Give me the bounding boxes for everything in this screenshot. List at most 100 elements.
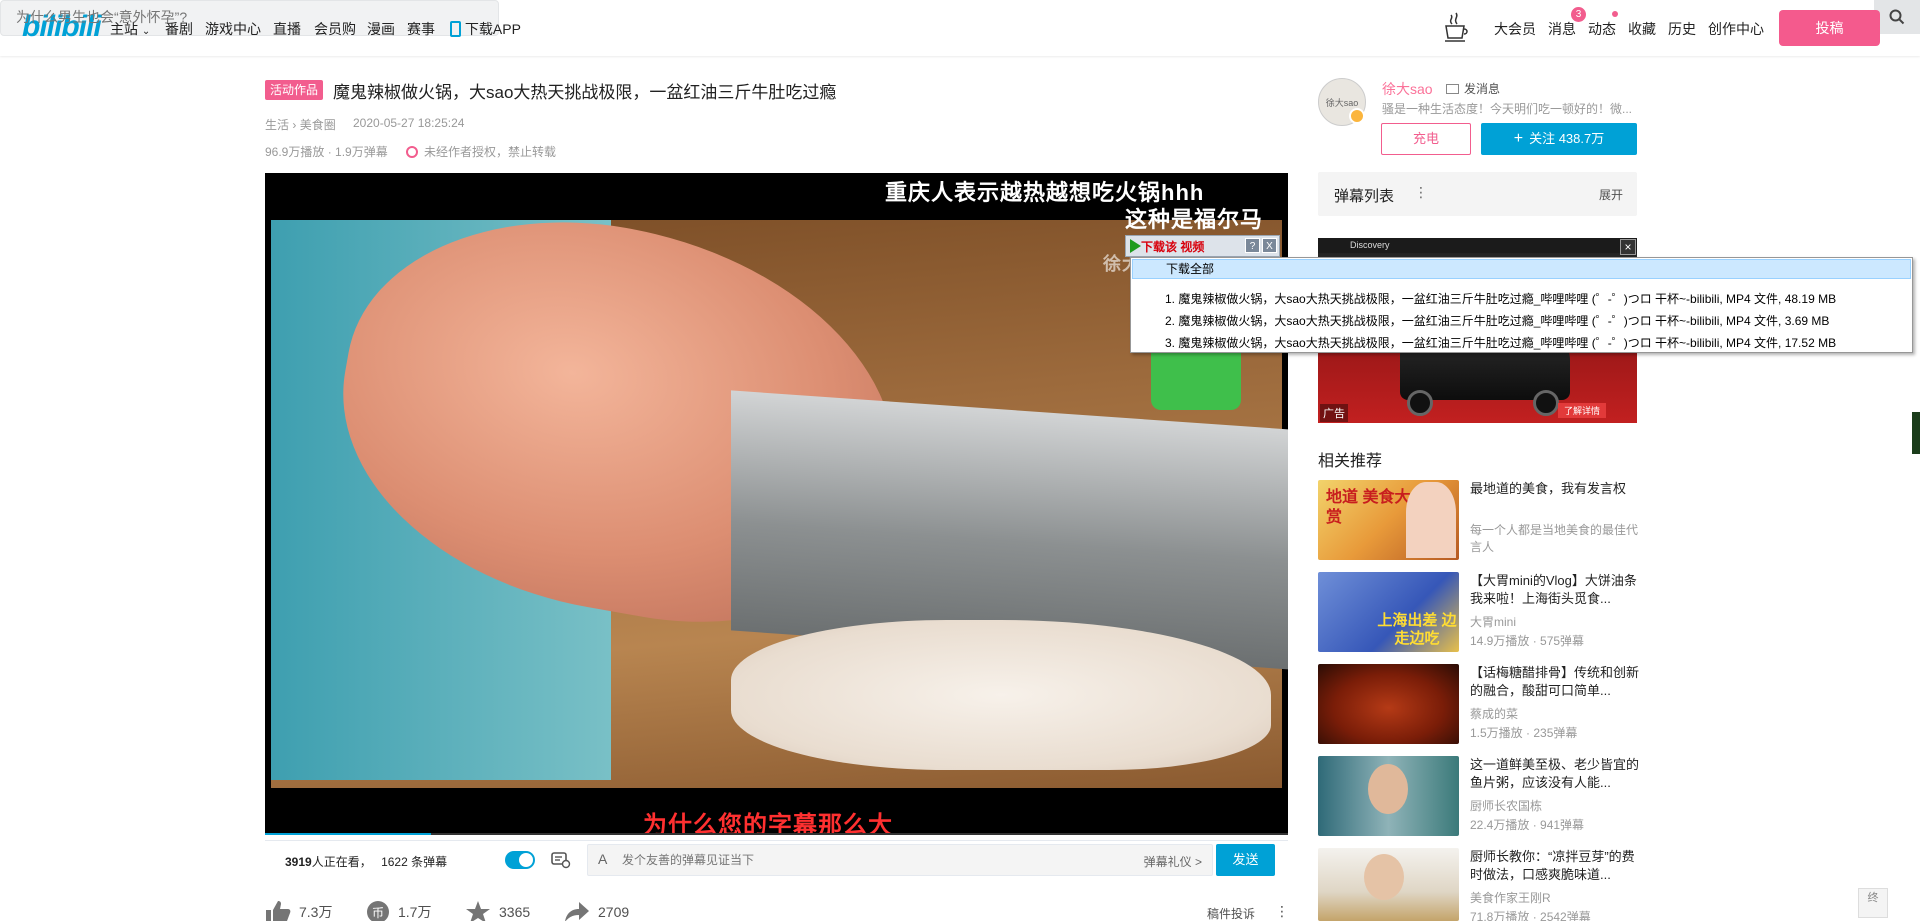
download-item[interactable]: 3. 魔鬼辣椒做火锅，大sao大热天挑战极限，一盆红油三斤牛肚吃过瘾_哔哩哔哩 … xyxy=(1165,334,1836,351)
ad-learn-more-button[interactable]: 了解详情 xyxy=(1558,403,1607,418)
text-format-icon[interactable]: A xyxy=(598,851,607,867)
like-count: 7.3万 xyxy=(299,904,333,920)
recommend-item-stats: 1.5万播放 · 235弹幕 xyxy=(1470,726,1578,740)
video-title: 魔鬼辣椒做火锅，大sao大热天挑战极限，一盆红油三斤牛肚吃过瘾 xyxy=(333,83,837,102)
ad-close-icon[interactable]: × xyxy=(1620,239,1636,255)
danmaku-comment: 为什么您的字幕那么大 xyxy=(643,812,893,835)
viewer-text: 人正在看， xyxy=(311,855,372,869)
recommend-item-uploader[interactable]: 大胃mini xyxy=(1470,614,1640,631)
thumb-person xyxy=(1364,854,1404,900)
search-input[interactable] xyxy=(0,0,452,34)
search-box xyxy=(0,0,1920,36)
coin-icon: 币 xyxy=(367,901,389,921)
avatar-text: 徐大sao xyxy=(1325,97,1359,108)
danmaku-list-title: 弹幕列表 xyxy=(1334,188,1395,205)
download-app-label: 下载APP xyxy=(464,21,521,37)
ad-label: 广告 xyxy=(1320,404,1348,422)
coin-button[interactable]: 币 1.7万 xyxy=(366,900,431,921)
breadcrumb-category[interactable]: 生活 xyxy=(265,118,289,132)
recommend-item-stats: 71.8万播放 · 2542弹幕 xyxy=(1470,910,1591,921)
side-scroll-indicator[interactable] xyxy=(1912,412,1920,454)
user-avatar-java-icon[interactable] xyxy=(1443,11,1469,45)
recommend-item-uploader[interactable]: 厨师长农国栋 xyxy=(1470,798,1640,815)
nav-history[interactable]: 历史 xyxy=(1668,19,1696,39)
follow-button[interactable]: + 关注 438.7万 xyxy=(1481,123,1637,155)
favorite-button[interactable]: 3365 xyxy=(465,900,530,921)
progress-bar[interactable] xyxy=(265,833,1288,835)
share-count: 2709 xyxy=(598,904,630,920)
viewer-count: 3919 xyxy=(285,855,312,869)
search-button[interactable] xyxy=(1874,0,1920,34)
danmaku-toggle[interactable] xyxy=(505,851,535,869)
nav-vip[interactable]: 大会员 xyxy=(1494,19,1536,39)
breadcrumb-subcategory[interactable]: 美食圈 xyxy=(300,118,336,132)
recommend-item-uploader[interactable]: 蔡成的菜 xyxy=(1470,706,1640,723)
download-all-item[interactable]: 下载全部 xyxy=(1132,259,1911,279)
recommend-item-title[interactable]: 厨师长教你：“凉拌豆芽”的费时做法，口感爽脆味道... xyxy=(1470,848,1640,884)
ad-brand-strip: Discovery xyxy=(1318,238,1637,253)
uploader-description: 骚是一种生活态度！今天明们吃一顿好的！微... xyxy=(1382,102,1633,116)
ad-wheel xyxy=(1407,390,1433,416)
nav-favorites[interactable]: 收藏 xyxy=(1628,19,1656,39)
danmaku-list-header[interactable]: 弹幕列表 ⋮ 展开 xyxy=(1318,172,1637,216)
mail-icon xyxy=(1446,84,1459,94)
svg-text:币: 币 xyxy=(372,906,384,920)
recommend-item-title[interactable]: 【话梅糖醋排骨】传统和创新的融合，酸甜可口简单... xyxy=(1470,664,1640,700)
more-vertical-icon[interactable]: ⋮ xyxy=(1275,903,1289,920)
recommend-item-title[interactable]: 这一道鲜美至极、老少皆宜的鱼片粥，应该没有人能... xyxy=(1470,756,1640,792)
danmaku-settings-icon[interactable] xyxy=(551,851,571,869)
send-danmaku-button[interactable]: 发送 xyxy=(1216,844,1275,876)
recommend-title: 相关推荐 xyxy=(1318,453,1383,470)
download-video-label[interactable]: 下载该 视频 xyxy=(1141,238,1204,255)
recommend-item-stats: 14.9万播放 · 575弹幕 xyxy=(1470,634,1585,648)
ad-wheel xyxy=(1533,390,1559,416)
chevron-right-icon: › xyxy=(292,118,300,132)
recommend-item-title[interactable]: 最地道的美食，我有发言权 xyxy=(1470,480,1640,498)
thumb-person xyxy=(1368,764,1408,814)
thumb-text: 地道 美食大赏 xyxy=(1326,489,1411,526)
recommend-thumb[interactable] xyxy=(1318,664,1459,744)
coin-count: 1.7万 xyxy=(398,904,432,920)
play-icon xyxy=(1130,239,1141,253)
viewer-info: 3919人正在看， 1622 条弹幕 xyxy=(285,853,447,870)
charge-button[interactable]: 充电 xyxy=(1381,123,1471,155)
progress-fill xyxy=(265,833,431,835)
send-message-link[interactable]: 发消息 xyxy=(1446,80,1500,97)
danmaku-etiquette-link[interactable]: 弹幕礼仪 > xyxy=(1144,853,1202,870)
activity-tag[interactable]: 活动作品 xyxy=(265,80,324,100)
download-item[interactable]: 1. 魔鬼辣椒做火锅，大sao大热天挑战极限，一盆红油三斤牛肚吃过瘾_哔哩哔哩 … xyxy=(1165,290,1836,307)
danmaku-input[interactable] xyxy=(622,845,1162,875)
search-icon xyxy=(1889,9,1905,25)
recommend-item-uploader[interactable]: 美食作家王刚R xyxy=(1470,890,1640,907)
nav-download-app[interactable]: 下载APP xyxy=(450,19,521,39)
video-stats: 96.9万播放 · 1.9万弹幕 xyxy=(265,145,388,159)
back-to-top-button[interactable]: 终 xyxy=(1858,888,1888,918)
recommend-item-title[interactable]: 【大胃mini的Vlog】大饼油条我来啦！上海街头觅食... xyxy=(1470,572,1640,608)
publish-date: 2020-05-27 18:25:24 xyxy=(353,116,465,130)
uploader-name[interactable]: 徐大sao xyxy=(1382,79,1433,99)
thumbs-up-icon xyxy=(266,901,291,921)
like-button[interactable]: 7.3万 xyxy=(265,900,332,921)
thumb-person xyxy=(1406,482,1456,558)
frame-tripe xyxy=(731,620,1271,770)
download-item[interactable]: 2. 魔鬼辣椒做火锅，大sao大热天挑战极限，一盆红油三斤牛肚吃过瘾_哔哩哔哩 … xyxy=(1165,312,1829,329)
report-link[interactable]: 稿件投诉 xyxy=(1207,905,1255,921)
nav-creator-center[interactable]: 创作中心 xyxy=(1708,19,1764,39)
copyright-text: 未经作者授权，禁止转载 xyxy=(424,145,557,159)
dynamic-dot-badge xyxy=(1612,11,1618,17)
nav-dynamic[interactable]: 动态 xyxy=(1588,19,1616,39)
recommend-thumb[interactable] xyxy=(1318,848,1459,921)
close-icon[interactable]: X xyxy=(1262,238,1277,253)
recommend-thumb[interactable] xyxy=(1318,756,1459,836)
breadcrumb: 生活 › 美食圈 xyxy=(265,116,336,133)
more-vertical-icon[interactable]: ⋮ xyxy=(1414,184,1428,201)
verified-badge-icon xyxy=(1349,108,1365,124)
help-icon[interactable]: ? xyxy=(1245,238,1260,253)
nav-messages[interactable]: 消息 xyxy=(1548,19,1576,39)
send-message-label: 发消息 xyxy=(1464,82,1501,96)
share-button[interactable]: 2709 xyxy=(564,900,629,921)
recommend-thumb[interactable]: 地道 美食大赏 xyxy=(1318,480,1459,560)
upload-button[interactable]: 投稿 xyxy=(1779,10,1880,46)
recommend-thumb[interactable]: 上海出差 边走边吃 xyxy=(1318,572,1459,652)
danmaku-list-expand[interactable]: 展开 xyxy=(1599,186,1623,203)
